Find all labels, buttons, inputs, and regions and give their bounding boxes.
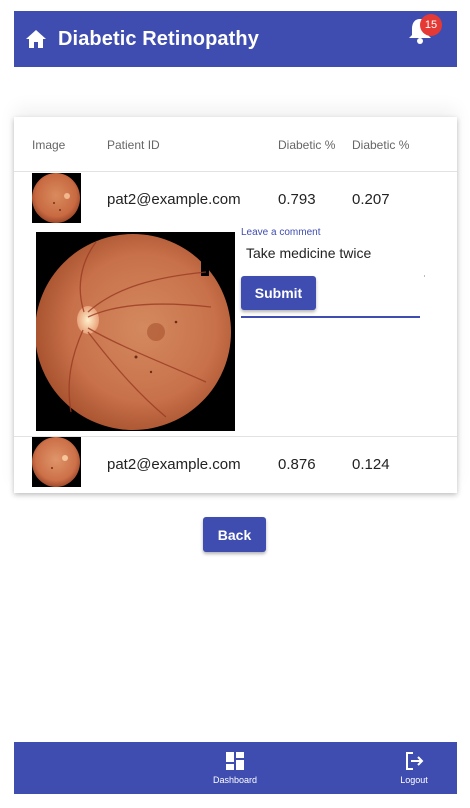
notification-badge: 15 bbox=[420, 14, 442, 36]
nav-label-dashboard: Dashboard bbox=[212, 775, 258, 785]
column-header-diabetic-pct: Diabetic % bbox=[278, 138, 336, 152]
app-title: Diabetic Retinopathy bbox=[58, 28, 259, 50]
diabetic-pct-cell: 0.124 bbox=[352, 456, 390, 473]
divider bbox=[424, 275, 425, 277]
nav-label-logout: Logout bbox=[400, 775, 428, 785]
submit-button[interactable]: Submit bbox=[241, 276, 316, 310]
comment-field-label: Leave a comment bbox=[241, 227, 321, 238]
diabetic-pct-cell: 0.207 bbox=[352, 191, 390, 208]
patient-id-cell: pat2@example.com bbox=[107, 191, 241, 208]
back-button[interactable]: Back bbox=[203, 517, 266, 552]
fundus-image-large bbox=[36, 232, 235, 431]
fundus-thumbnail[interactable] bbox=[32, 173, 81, 223]
bottom-navigation: Dashboard Logout bbox=[14, 742, 457, 794]
fundus-thumbnail[interactable] bbox=[32, 437, 81, 487]
home-icon[interactable] bbox=[25, 29, 47, 49]
comment-input-underline bbox=[241, 316, 420, 318]
logout-icon bbox=[406, 752, 424, 770]
nav-item-dashboard[interactable]: Dashboard bbox=[210, 742, 260, 794]
patient-id-cell: pat2@example.com bbox=[107, 456, 241, 473]
dashboard-icon bbox=[226, 752, 244, 770]
column-header-diabetic-pct-2: Diabetic % bbox=[352, 138, 410, 152]
column-header-patient-id: Patient ID bbox=[107, 138, 160, 152]
nav-item-logout[interactable]: Logout bbox=[394, 742, 434, 794]
diabetic-pct-cell: 0.876 bbox=[278, 456, 316, 473]
diabetic-pct-cell: 0.793 bbox=[278, 191, 316, 208]
results-table: Image Patient ID Diabetic % Diabetic % p bbox=[14, 117, 457, 493]
column-header-image: Image bbox=[32, 138, 66, 152]
divider bbox=[14, 171, 457, 172]
app-bar: Diabetic Retinopathy bbox=[14, 11, 457, 67]
comment-input[interactable]: Take medicine twice bbox=[246, 245, 371, 261]
